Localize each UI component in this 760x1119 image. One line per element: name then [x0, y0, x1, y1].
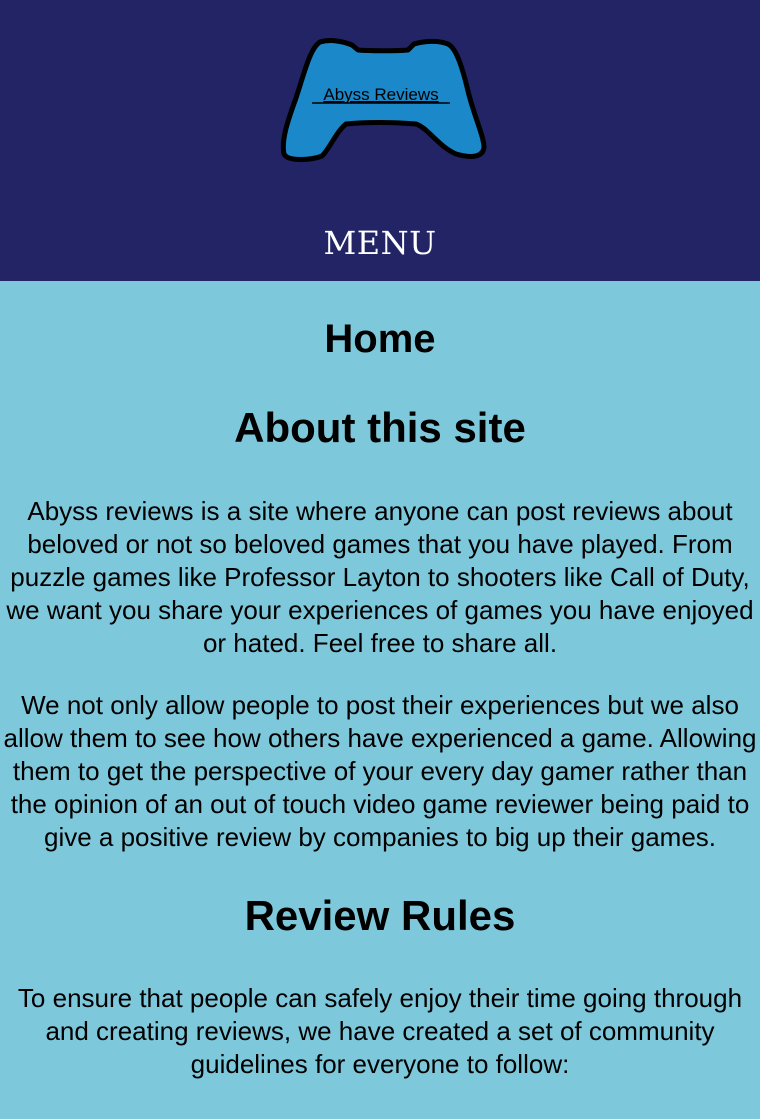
site-logo[interactable]: Abyss Reviews	[278, 36, 490, 164]
about-heading: About this site	[234, 404, 526, 451]
review-rules-paragraph: To ensure that people can safely enjoy t…	[17, 982, 743, 1079]
menu-button[interactable]: MENU	[0, 224, 760, 262]
review-rules-heading: Review Rules	[244, 892, 516, 940]
logo-text: Abyss Reviews	[323, 85, 438, 104]
main-content: Home About this site Abyss reviews is a …	[0, 281, 760, 1081]
page-title: Home	[324, 317, 436, 361]
about-paragraph-1: Abyss reviews is a site where anyone can…	[6, 496, 754, 659]
about-paragraph-2: We not only allow people to post their e…	[3, 690, 757, 853]
site-header: Abyss Reviews MENU	[0, 0, 760, 281]
